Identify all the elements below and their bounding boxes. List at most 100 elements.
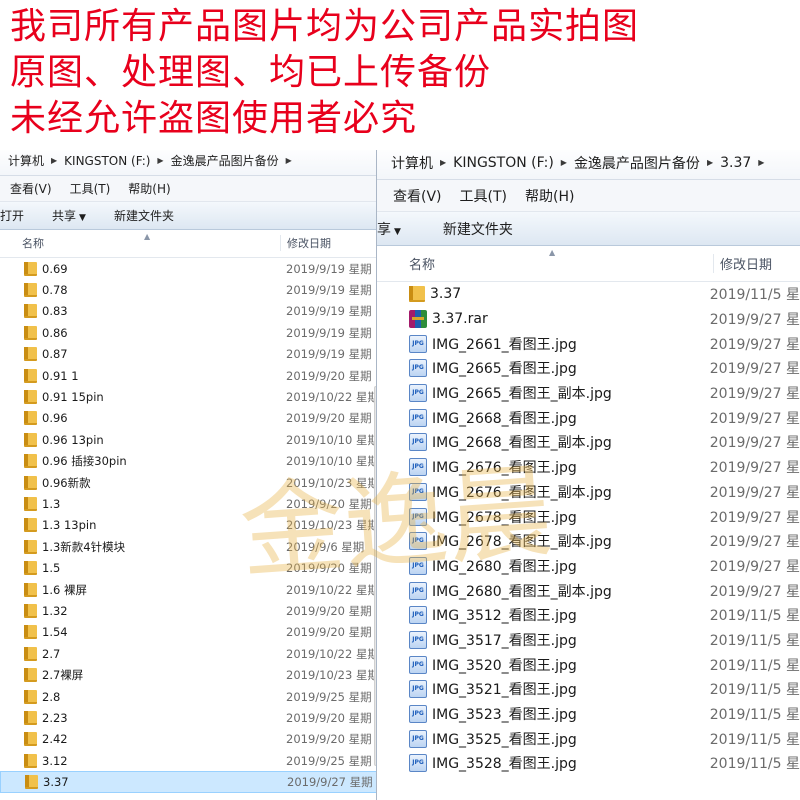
chevron-right-icon[interactable]: ▶ [154, 156, 166, 165]
file-row[interactable]: 0.96 13pin 2019/10/10 星期 [0, 429, 385, 450]
file-name-cell: 0.96新款 [0, 475, 280, 491]
file-name: 0.78 [42, 283, 68, 298]
file-date-modified: 2019/9/20 星期 [286, 732, 372, 747]
menu-tools[interactable]: 工具(T) [70, 180, 111, 197]
file-row[interactable]: 1.6 裸屏 2019/10/22 星期 [0, 579, 385, 600]
file-row[interactable]: 1.3 13pin 2019/10/23 星期 [0, 515, 385, 536]
file-row[interactable]: JPG IMG_2676_看图王_副本.jpg 2019/9/27 星 [377, 480, 800, 505]
file-row[interactable]: 0.87 2019/9/19 星期 [0, 344, 385, 365]
file-name: 1.3 13pin [42, 518, 97, 533]
file-row[interactable]: 0.91 1 2019/9/20 星期 [0, 365, 385, 386]
file-row[interactable]: 1.3 2019/9/20 星期 [0, 493, 385, 514]
chevron-right-icon[interactable]: ▶ [558, 158, 570, 167]
file-date-modified: 2019/11/5 星 [709, 657, 800, 674]
file-row[interactable]: 0.96 2019/9/20 星期 [0, 408, 385, 429]
breadcrumb-drive[interactable]: KINGSTON (F:) [449, 155, 558, 171]
file-row[interactable]: JPG IMG_3521_看图王.jpg 2019/11/5 星 [377, 677, 800, 702]
file-row[interactable]: JPG IMG_2665_看图王_副本.jpg 2019/9/27 星 [377, 381, 800, 406]
file-date-modified: 2019/9/20 星期 [286, 710, 372, 725]
file-name: 3.37 [43, 775, 69, 790]
file-row[interactable]: JPG IMG_2676_看图王.jpg 2019/9/27 星 [377, 455, 800, 480]
file-name: IMG_2678_看图王.jpg [432, 509, 577, 526]
new-folder-button[interactable]: 新建文件夹 [100, 207, 188, 224]
share-button[interactable]: 共享 ▼ [38, 207, 100, 224]
share-button[interactable]: 享 ▼ [377, 219, 429, 239]
file-row[interactable]: JPG IMG_2680_看图王.jpg 2019/9/27 星 [377, 554, 800, 579]
chevron-right-icon[interactable]: ▶ [48, 156, 60, 165]
file-row[interactable]: JPG IMG_3523_看图王.jpg 2019/11/5 星 [377, 702, 800, 727]
file-row[interactable]: 0.86 2019/9/19 星期 [0, 322, 385, 343]
file-row[interactable]: 0.96 插接30pin 2019/10/10 星期 [0, 451, 385, 472]
jpg-file-icon: JPG [409, 507, 427, 526]
chevron-right-icon[interactable]: ▶ [283, 156, 295, 165]
file-name: IMG_2678_看图王_副本.jpg [432, 534, 612, 551]
file-row[interactable]: 3.12 2019/9/25 星期 [0, 750, 385, 771]
file-row[interactable]: 0.91 15pin 2019/10/22 星期 [0, 386, 385, 407]
file-row[interactable]: 2.23 2019/9/20 星期 [0, 707, 385, 728]
file-row[interactable]: 1.3新款4针模块 2019/9/6 星期 [0, 536, 385, 557]
open-button[interactable]: 打开 [0, 207, 38, 224]
file-row[interactable]: 3.37 2019/9/27 星期 [0, 771, 385, 793]
file-row[interactable]: 0.78 2019/9/19 星期 [0, 279, 385, 300]
file-row[interactable]: 1.32 2019/9/20 星期 [0, 600, 385, 621]
file-row[interactable]: JPG IMG_3517_看图王.jpg 2019/11/5 星 [377, 628, 800, 653]
file-name: 1.54 [42, 625, 68, 640]
column-header: ▲ 名称 修改日期 [377, 246, 800, 282]
column-name[interactable]: 名称 [377, 254, 713, 273]
file-row[interactable]: 0.69 2019/9/19 星期 [0, 258, 385, 279]
file-date-modified: 2019/9/27 星 [709, 509, 800, 526]
file-name: IMG_3520_看图王.jpg [432, 657, 577, 674]
file-row[interactable]: JPG IMG_2668_看图王_副本.jpg 2019/9/27 星 [377, 430, 800, 455]
breadcrumb-drive[interactable]: KINGSTON (F:) [60, 154, 154, 168]
breadcrumb-computer[interactable]: 计算机 [4, 152, 48, 169]
menu-view[interactable]: 查看(V) [10, 180, 52, 197]
menu-tools[interactable]: 工具(T) [460, 186, 507, 206]
file-date-modified: 2019/9/20 星期 [286, 368, 372, 383]
file-row[interactable]: JPG IMG_2680_看图王_副本.jpg 2019/9/27 星 [377, 578, 800, 603]
column-name[interactable]: 名称 [0, 235, 280, 251]
breadcrumb-backup-folder[interactable]: 金逸晨产品图片备份 [570, 153, 704, 173]
menu-view[interactable]: 查看(V) [393, 186, 442, 206]
file-date-modified: 2019/10/23 星期 [286, 475, 379, 490]
file-row[interactable]: 2.7 2019/10/22 星期 [0, 643, 385, 664]
file-name: IMG_2676_看图王.jpg [432, 460, 577, 477]
file-row[interactable]: JPG IMG_3525_看图王.jpg 2019/11/5 星 [377, 726, 800, 751]
file-row[interactable]: 3.37 2019/11/5 星 [377, 282, 800, 307]
file-name-cell: 0.91 15pin [0, 390, 280, 405]
file-row[interactable]: JPG IMG_3528_看图王.jpg 2019/11/5 星 [377, 751, 800, 776]
file-row[interactable]: JPG IMG_2668_看图王.jpg 2019/9/27 星 [377, 405, 800, 430]
column-date-modified[interactable]: 修改日期 [280, 235, 331, 251]
file-row[interactable]: 2.7裸屏 2019/10/23 星期 [0, 664, 385, 685]
file-row[interactable]: 2.8 2019/9/25 星期 [0, 686, 385, 707]
file-name: IMG_3517_看图王.jpg [432, 632, 577, 649]
breadcrumb-computer[interactable]: 计算机 [387, 153, 437, 173]
file-row[interactable]: 1.54 2019/9/20 星期 [0, 622, 385, 643]
jpg-file-icon: JPG [409, 705, 427, 724]
breadcrumb-backup-folder[interactable]: 金逸晨产品图片备份 [167, 152, 283, 169]
menu-help[interactable]: 帮助(H) [525, 186, 574, 206]
file-name-cell: 1.3 [0, 496, 280, 511]
file-row[interactable]: JPG IMG_2665_看图王.jpg 2019/9/27 星 [377, 356, 800, 381]
file-name: 1.3 [42, 496, 61, 511]
breadcrumb-current-folder[interactable]: 3.37 [716, 155, 755, 171]
file-row[interactable]: JPG IMG_3520_看图王.jpg 2019/11/5 星 [377, 652, 800, 677]
folder-icon [24, 646, 37, 661]
file-row[interactable]: 0.83 2019/9/19 星期 [0, 301, 385, 322]
chevron-right-icon[interactable]: ▶ [704, 158, 716, 167]
caret-down-icon: ▼ [394, 226, 401, 237]
file-name-cell: 0.96 [0, 411, 280, 426]
folder-icon [24, 475, 37, 490]
chevron-right-icon[interactable]: ▶ [437, 158, 449, 167]
file-row[interactable]: 3.37.rar 2019/9/27 星 [377, 307, 800, 332]
file-row[interactable]: JPG IMG_2678_看图王_副本.jpg 2019/9/27 星 [377, 529, 800, 554]
file-row[interactable]: JPG IMG_2678_看图王.jpg 2019/9/27 星 [377, 504, 800, 529]
file-row[interactable]: 2.42 2019/9/20 星期 [0, 729, 385, 750]
menu-help[interactable]: 帮助(H) [128, 180, 170, 197]
chevron-right-icon[interactable]: ▶ [755, 158, 767, 167]
new-folder-button[interactable]: 新建文件夹 [429, 219, 527, 239]
file-row[interactable]: JPG IMG_3512_看图王.jpg 2019/11/5 星 [377, 603, 800, 628]
file-row[interactable]: JPG IMG_2661_看图王.jpg 2019/9/27 星 [377, 331, 800, 356]
column-date-modified[interactable]: 修改日期 [713, 254, 772, 273]
file-row[interactable]: 0.96新款 2019/10/23 星期 [0, 472, 385, 493]
file-row[interactable]: 1.5 2019/9/20 星期 [0, 557, 385, 578]
